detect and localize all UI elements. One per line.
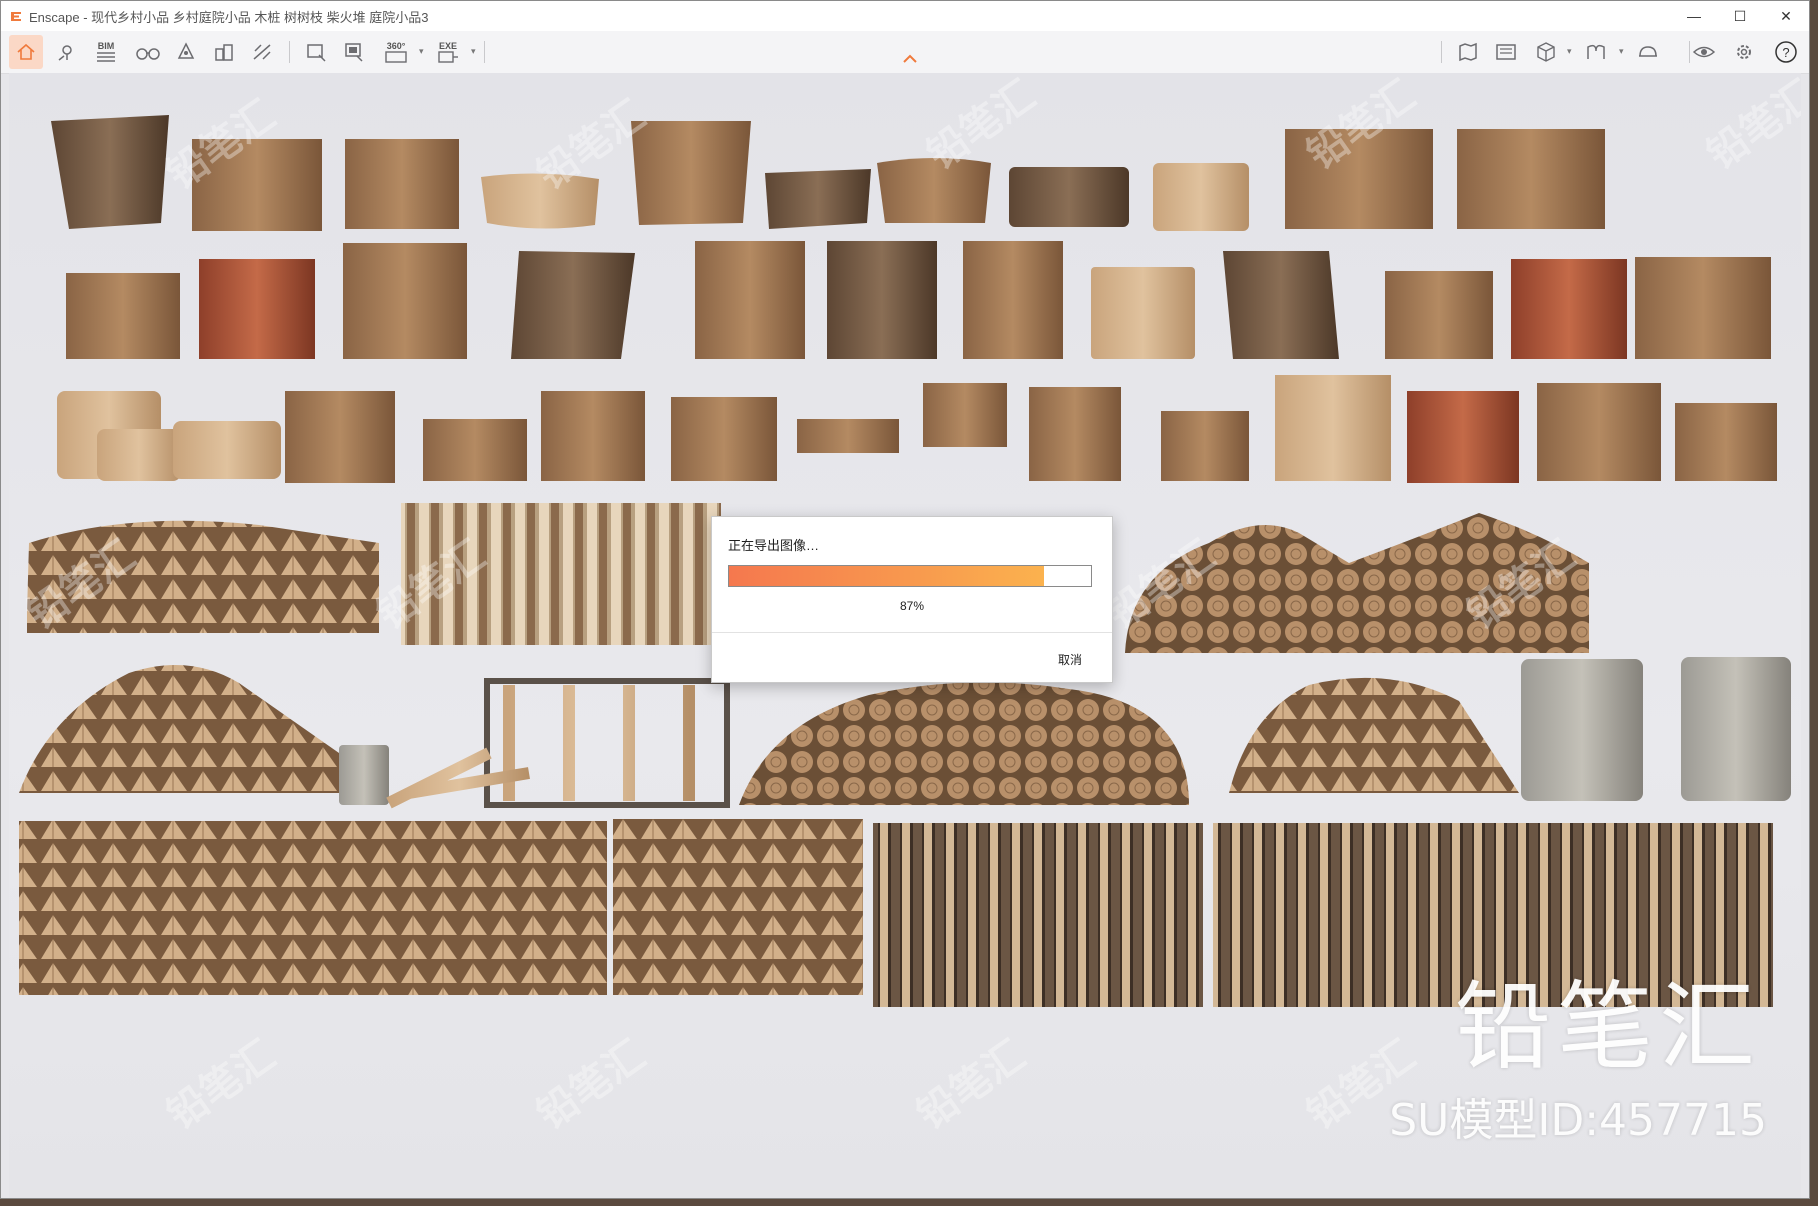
batch-render-button[interactable] [339,37,369,67]
cube-icon [1537,42,1555,62]
image-export-icon [307,44,326,62]
model-id-watermark: SU模型ID:457715 [1389,1095,1767,1146]
visual-settings-button[interactable] [1687,37,1721,67]
video-editor-button[interactable] [1491,37,1521,67]
video-editor-icon [1496,44,1516,60]
progress-fill [729,566,1044,586]
exe-label: EXE [438,41,457,51]
screenshot-button[interactable] [301,37,331,67]
chevron-down-icon[interactable]: ▾ [419,46,424,57]
minimize-button[interactable]: — [1671,1,1717,31]
dialog-divider [712,632,1112,633]
stump-row-1 [51,115,1605,231]
map-icon [1459,42,1477,62]
toolbar-separator [1441,41,1442,63]
chevron-down-icon[interactable]: ▾ [1619,46,1624,57]
section-button[interactable] [247,37,277,67]
materials-button[interactable] [1581,37,1611,67]
map-button[interactable] [1453,37,1483,67]
stump-row-3 [57,375,1777,483]
settings-button[interactable] [1729,37,1759,67]
title-bar: Enscape - 现代乡村小品 乡村庭院小品 木桩 树树枝 柴火堆 庭院小品3… [1,1,1809,31]
window-title: Enscape - 现代乡村小品 乡村庭院小品 木桩 树树枝 柴火堆 庭院小品3 [29,9,429,25]
bim-label: BIM [97,41,115,51]
cancel-button[interactable]: 取消 [1058,651,1082,668]
brand-watermark: 铅笔汇 [1455,971,1761,1083]
window-controls: — ☐ ✕ [1671,1,1809,31]
maximize-button[interactable]: ☐ [1717,1,1763,31]
eye-icon [1692,46,1716,58]
progress-bar [728,565,1092,587]
lamp-icon [177,42,195,59]
help-icon: ? [1775,41,1797,63]
list-icon [97,52,115,62]
map-pin-icon [58,45,72,61]
buildings-button[interactable] [209,37,239,67]
export-progress-dialog: 正在导出图像… 87% 取消 [711,516,1113,683]
collapse-toolbar-icon[interactable] [899,51,921,67]
collaboration-button[interactable] [1633,37,1663,67]
chevron-down-icon[interactable]: ▾ [1567,46,1572,57]
home-button[interactable] [9,35,43,69]
enscape-logo-icon [11,12,21,21]
hardhat-icon [1639,46,1657,57]
chevron-down-icon[interactable]: ▾ [471,46,476,57]
toolbar-separator [289,41,290,63]
help-button[interactable]: ? [1771,37,1801,67]
panorama-button[interactable]: 360° [377,37,415,67]
enscape-window: Enscape - 现代乡村小品 乡村庭院小品 木桩 树树枝 柴火堆 庭院小品3… [0,0,1810,1199]
material-icon [1587,44,1605,59]
section-cut-icon [253,44,271,60]
binoculars-icon [136,48,160,60]
batch-icon [345,43,363,62]
asset-library-button[interactable] [1531,37,1561,67]
stump-row-2 [66,241,1771,359]
dialog-title: 正在导出图像… [728,538,820,553]
progress-percent: 87% [899,599,925,613]
panorama-icon [385,51,407,63]
buildings-icon [215,44,233,61]
help-label: ? [1782,45,1789,60]
binoculars-button[interactable] [131,37,165,67]
location-button[interactable] [51,37,81,67]
export-icon [438,51,458,63]
gear-icon [1737,45,1751,59]
close-button[interactable]: ✕ [1763,1,1809,31]
atmosphere-button[interactable] [171,37,201,67]
panorama-label: 360° [386,41,406,51]
export-exe-button[interactable]: EXE [431,37,465,67]
home-icon [17,43,35,60]
toolbar-separator [484,41,485,63]
bim-button[interactable]: BIM [89,37,123,67]
